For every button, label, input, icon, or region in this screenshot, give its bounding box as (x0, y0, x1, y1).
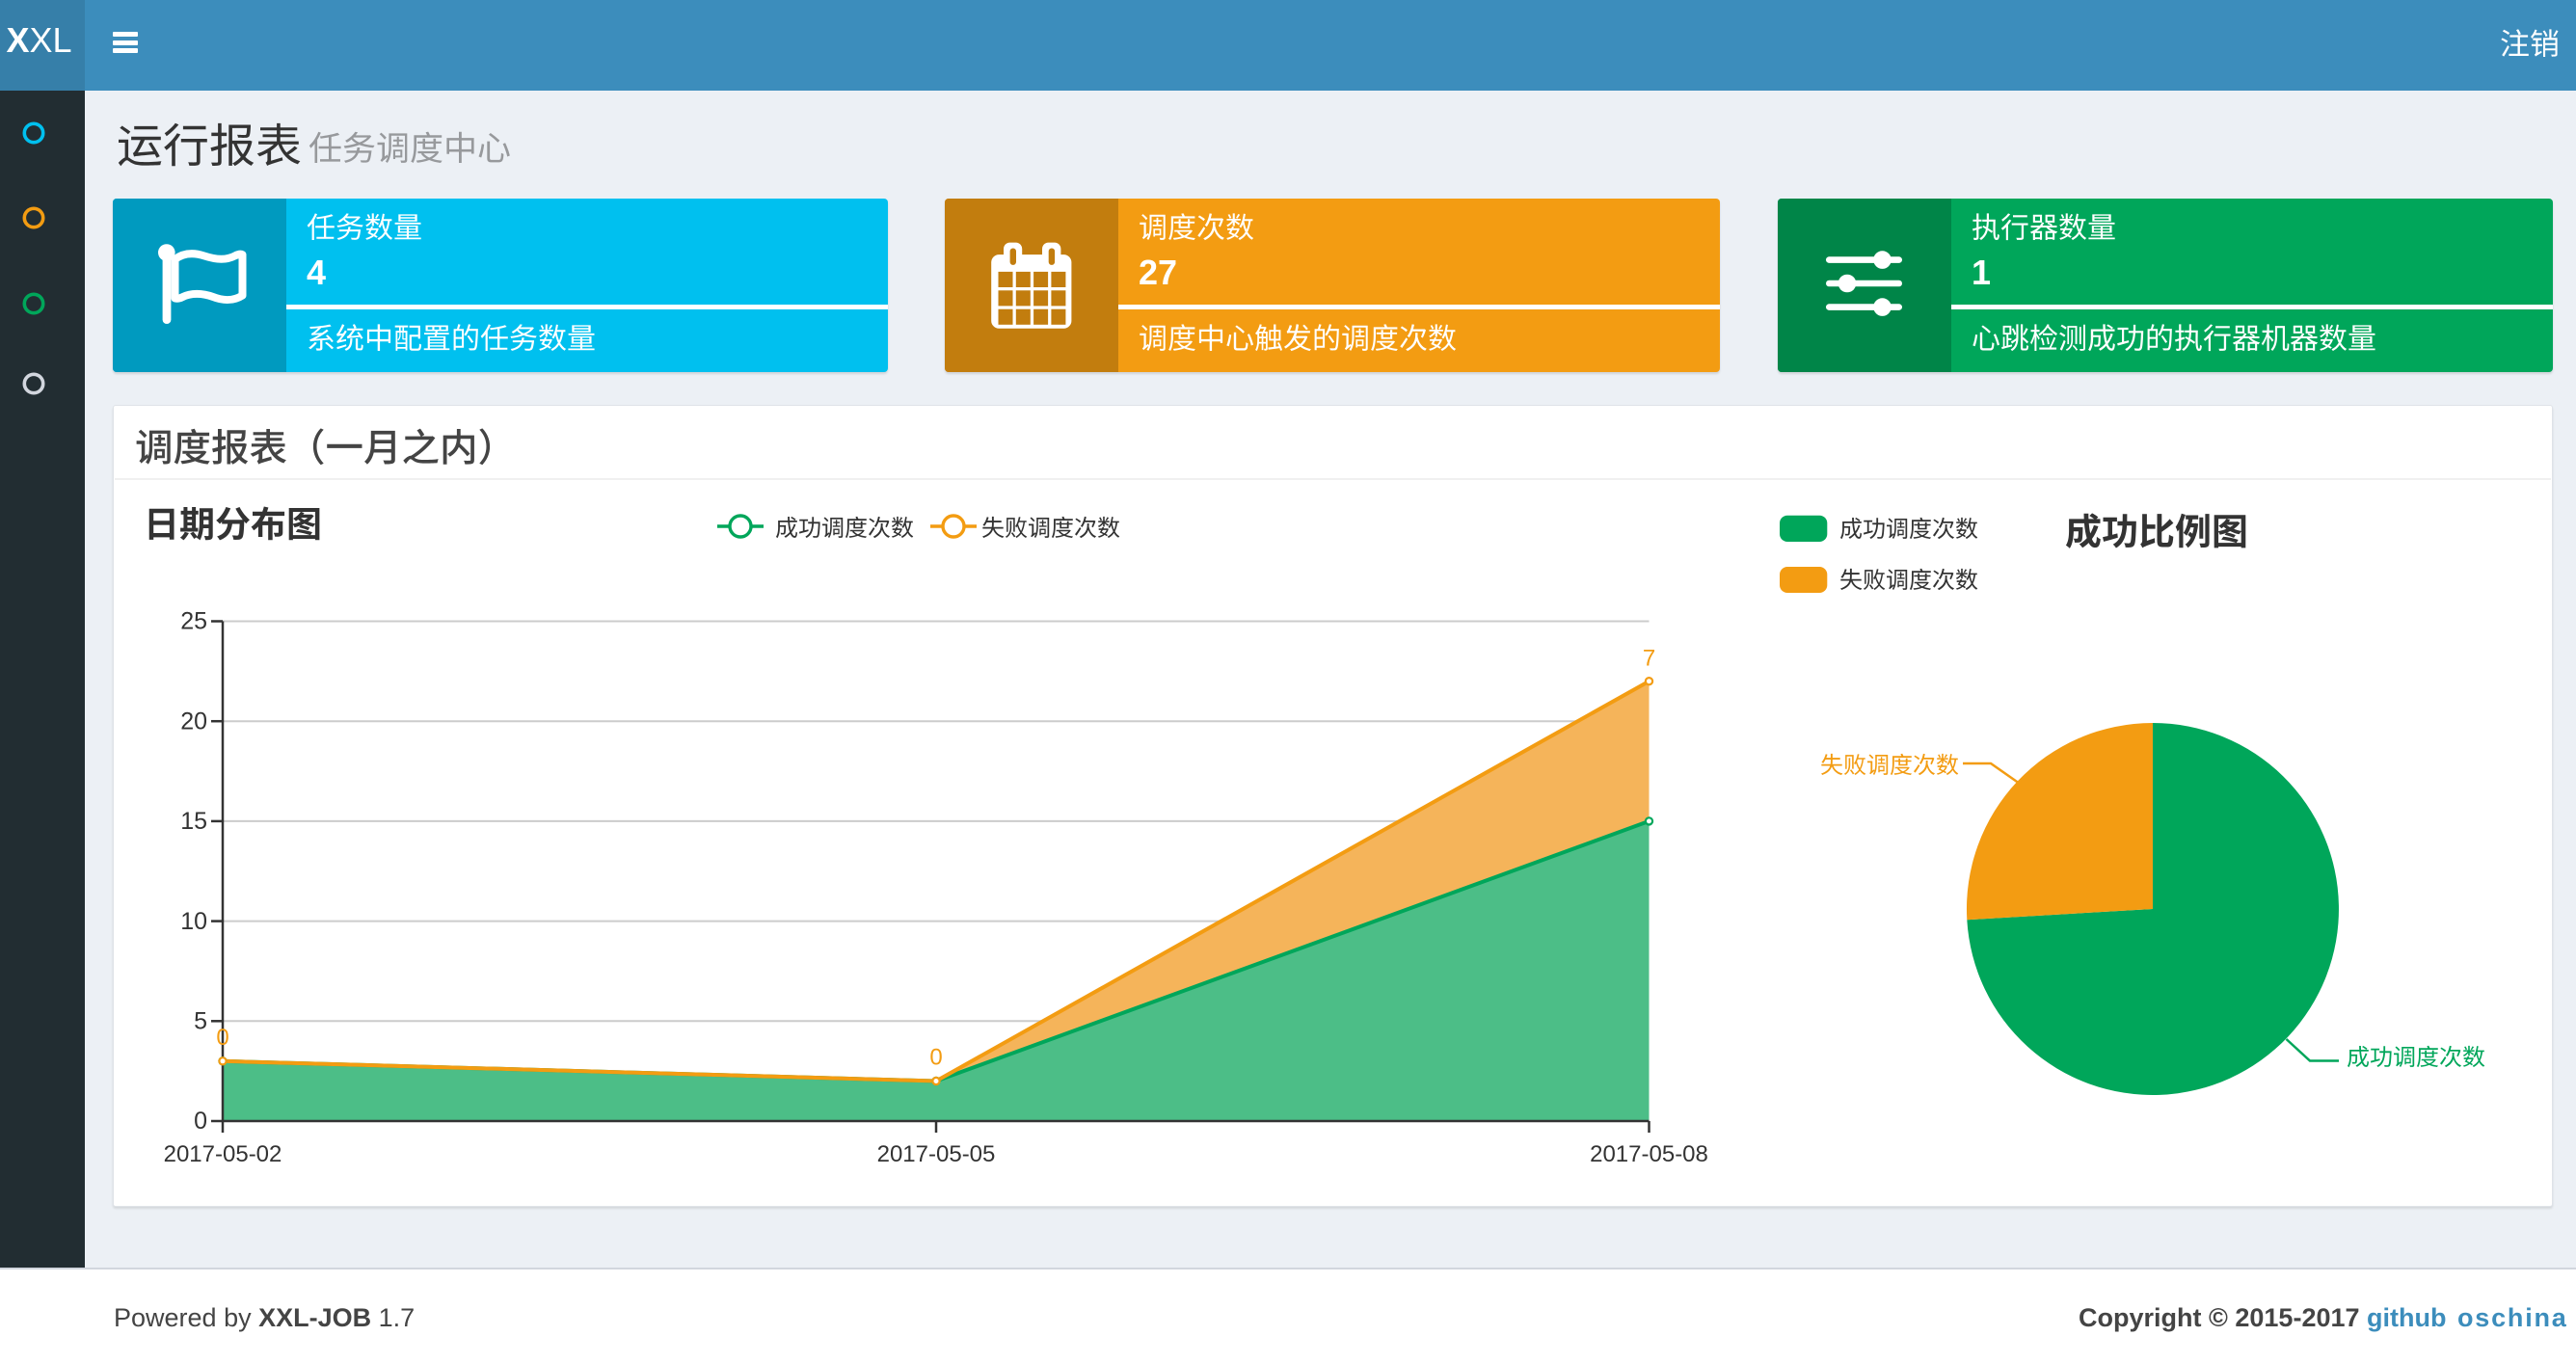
svg-text:2017-05-08: 2017-05-08 (1590, 1141, 1708, 1167)
svg-text:0: 0 (194, 1108, 207, 1135)
svg-text:15: 15 (180, 808, 207, 835)
svg-text:2017-05-02: 2017-05-02 (164, 1141, 282, 1167)
svg-text:2017-05-05: 2017-05-05 (877, 1141, 996, 1167)
svg-text:10: 10 (180, 908, 207, 935)
svg-text:20: 20 (180, 708, 207, 735)
svg-text:7: 7 (1643, 646, 1655, 672)
svg-text:25: 25 (180, 608, 207, 635)
svg-text:0: 0 (216, 1025, 228, 1051)
svg-text:5: 5 (194, 1008, 207, 1035)
svg-text:0: 0 (929, 1045, 942, 1071)
